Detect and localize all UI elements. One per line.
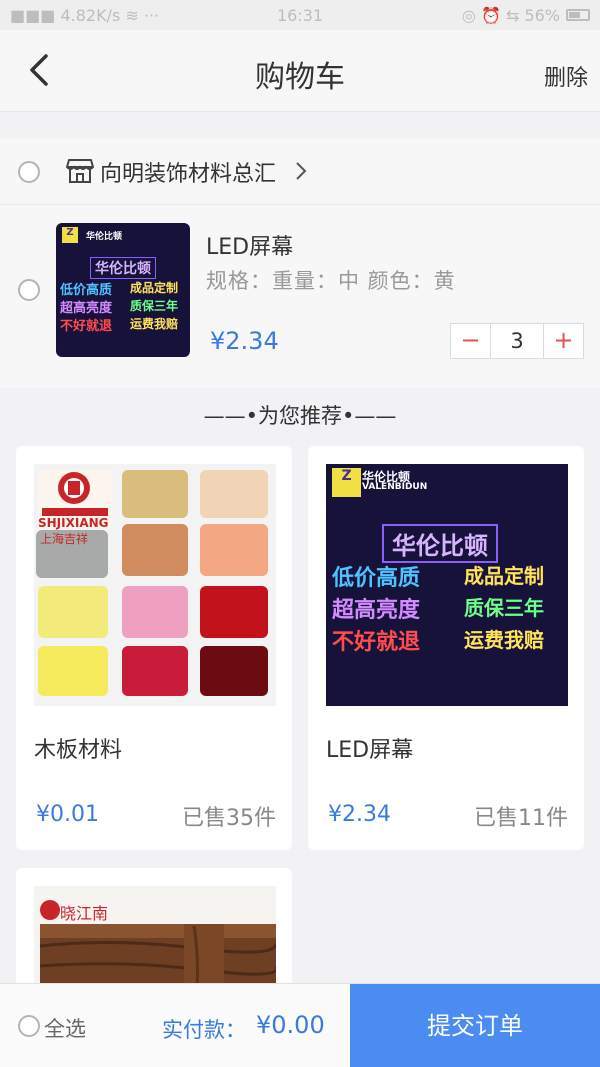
submit-order-button[interactable]: 提交订单 bbox=[350, 984, 600, 1067]
chevron-right-icon[interactable] bbox=[294, 160, 308, 182]
recommend-card[interactable]: Z 华伦比顿 VALENBIDUN 华伦比顿 低价高质 成品定制 超高亮度 质保… bbox=[308, 446, 584, 850]
shop-name[interactable]: 向明装饰材料总汇 bbox=[100, 156, 276, 188]
shop-select-radio[interactable] bbox=[18, 161, 40, 183]
led-line-4: 质保三年 bbox=[464, 596, 544, 620]
product-thumbnail[interactable]: Z 华伦比顿 华伦比顿 低价高质 成品定制 超高亮度 质保三年 不好就退 运费我… bbox=[56, 223, 190, 357]
product-spec: 规格：重量：中 颜色：黄 bbox=[206, 269, 456, 293]
brand-logo: Z bbox=[62, 227, 79, 244]
led-brand-sub: VALENBIDUN bbox=[362, 482, 428, 492]
checkout-bar: 全选 实付款： ¥0.00 提交订单 bbox=[0, 983, 600, 1067]
card-price: ¥0.01 bbox=[36, 802, 99, 827]
shop-header[interactable]: 向明装饰材料总汇 bbox=[0, 138, 600, 204]
led-line-2: 成品定制 bbox=[130, 281, 179, 295]
delete-button[interactable]: 删除 bbox=[544, 60, 588, 92]
total-label: 实付款： bbox=[162, 1018, 246, 1042]
status-bar: ■■■ 4.82K/s ≋ ··· 16:31 ◎ ⏰ ⇆ 56% bbox=[0, 0, 600, 30]
led-sign: Z 华伦比顿 VALENBIDUN 华伦比顿 低价高质 成品定制 超高亮度 质保… bbox=[326, 464, 568, 706]
led-line-1: 低价高质 bbox=[60, 283, 113, 298]
panel-brand-en: SHJIXIANG bbox=[38, 516, 109, 530]
led-line-5: 不好就退 bbox=[332, 630, 421, 655]
product-name[interactable]: LED屏幕 bbox=[206, 229, 293, 261]
panel-product-image bbox=[34, 464, 276, 706]
battery-icon bbox=[566, 9, 590, 21]
item-select-radio[interactable] bbox=[18, 279, 40, 301]
increase-button[interactable]: + bbox=[543, 324, 583, 358]
card-name: LED屏幕 bbox=[326, 738, 414, 763]
led-sign-title: 华伦比顿 bbox=[382, 524, 498, 563]
brand-logo: Z bbox=[332, 468, 362, 498]
select-all-label[interactable]: 全选 bbox=[44, 1013, 86, 1043]
led-line-1: 低价高质 bbox=[332, 566, 421, 591]
card-sold-count: 已售35件 bbox=[182, 806, 276, 831]
status-indicators: ◎ ⏰ ⇆ 56% bbox=[461, 6, 560, 25]
decrease-button[interactable]: − bbox=[451, 324, 491, 358]
recommend-card[interactable]: SHJIXIANG 上海吉祥 木板材料 ¥0.01 已售35件 bbox=[16, 446, 292, 850]
nav-bar: 购物车 删除 bbox=[0, 30, 600, 112]
led-sign-title: 华伦比顿 bbox=[90, 257, 156, 279]
quantity-value[interactable]: 3 bbox=[491, 324, 543, 358]
led-line-3: 超高亮度 bbox=[332, 598, 421, 623]
card-sold-count: 已售11件 bbox=[474, 806, 568, 831]
recommend-heading: ——•为您推荐•—— bbox=[203, 404, 397, 428]
led-line-6: 运费我赔 bbox=[464, 628, 544, 652]
wood-brand-text: 晓江南 bbox=[60, 904, 109, 923]
quantity-stepper: − 3 + bbox=[450, 323, 584, 359]
led-line-6: 运费我赔 bbox=[130, 317, 179, 331]
led-line-4: 质保三年 bbox=[130, 299, 179, 313]
led-product-image: Z 华伦比顿 VALENBIDUN 华伦比顿 低价高质 成品定制 超高亮度 质保… bbox=[326, 464, 568, 706]
cart-item: Z 华伦比顿 华伦比顿 低价高质 成品定制 超高亮度 质保三年 不好就退 运费我… bbox=[0, 204, 600, 388]
total-value: ¥0.00 bbox=[256, 1011, 325, 1039]
led-product-image: Z 华伦比顿 华伦比顿 低价高质 成品定制 超高亮度 质保三年 不好就退 运费我… bbox=[56, 223, 190, 357]
product-price: ¥2.34 bbox=[210, 327, 279, 355]
page-title: 购物车 bbox=[255, 60, 345, 95]
select-all-radio[interactable] bbox=[18, 1015, 40, 1037]
led-brand-text: 华伦比顿 bbox=[86, 232, 123, 242]
card-price: ¥2.34 bbox=[328, 802, 391, 827]
led-line-5: 不好就退 bbox=[60, 319, 113, 334]
panel-brand-text: 上海吉祥 bbox=[40, 532, 89, 546]
store-icon bbox=[66, 159, 94, 183]
led-line-2: 成品定制 bbox=[464, 564, 544, 588]
led-line-3: 超高亮度 bbox=[60, 301, 113, 316]
card-name: 木板材料 bbox=[34, 738, 123, 763]
